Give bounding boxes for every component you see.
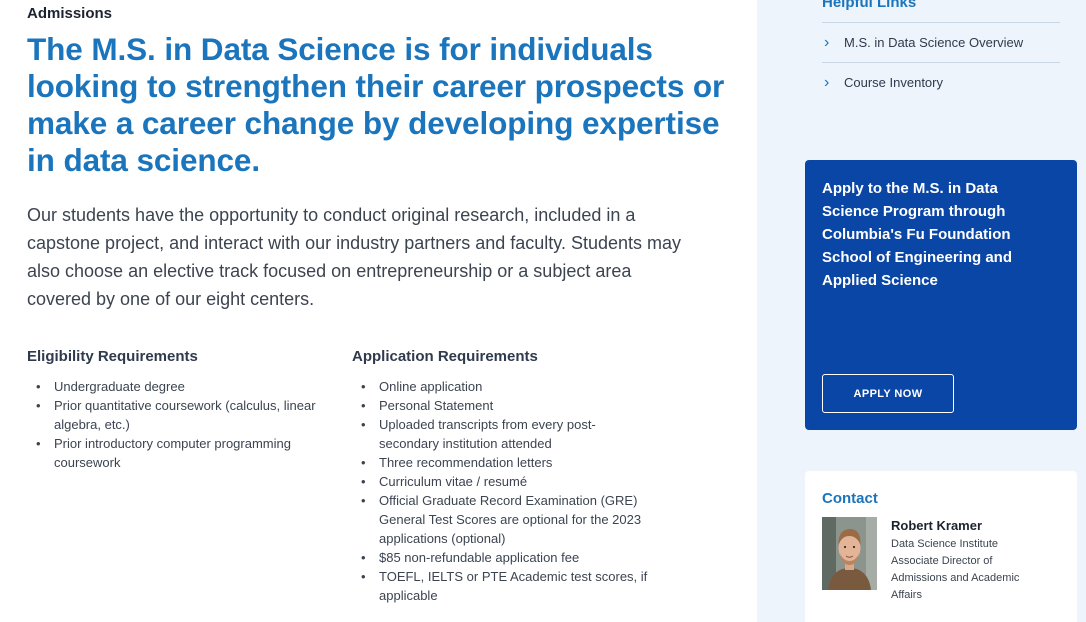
application-list: Online application Personal Statement Up…	[352, 377, 652, 605]
contact-detail: Admissions and Academic	[891, 572, 1020, 584]
apply-description: Apply to the M.S. in Data Science Progra…	[822, 180, 1013, 289]
list-item: Official Graduate Record Examination (GR…	[352, 491, 652, 548]
list-item: Prior introductory computer programming …	[27, 434, 327, 472]
list-item: Online application	[352, 377, 652, 396]
application-requirements: Application Requirements Online applicat…	[352, 348, 652, 605]
chevron-right-icon: ›	[824, 73, 830, 91]
eligibility-requirements: Eligibility Requirements Undergraduate d…	[27, 348, 327, 472]
apply-now-button[interactable]: APPLY NOW	[822, 374, 954, 413]
eligibility-title: Eligibility Requirements	[27, 348, 198, 365]
list-item: Uploaded transcripts from every post-sec…	[352, 415, 652, 453]
helpful-links-title: Helpful Links	[822, 0, 917, 11]
chevron-right-icon: ›	[824, 33, 830, 51]
link-label[interactable]: M.S. in Data Science Overview	[844, 35, 1023, 50]
sidebar: Helpful Links › M.S. in Data Science Ove…	[757, 0, 1086, 622]
list-item: Three recommendation letters	[352, 453, 652, 472]
contact-title: Contact	[822, 490, 878, 507]
list-item: Curriculum vitae / resumé	[352, 472, 652, 491]
eligibility-list: Undergraduate degree Prior quantitative …	[27, 377, 327, 472]
application-title: Application Requirements	[352, 348, 538, 365]
link-ms-overview[interactable]: › M.S. in Data Science Overview	[822, 22, 1060, 62]
contact-detail: Affairs	[891, 589, 922, 601]
contact-name: Robert Kramer	[891, 518, 983, 533]
list-item: Personal Statement	[352, 396, 652, 415]
list-item: TOEFL, IELTS or PTE Academic test scores…	[352, 567, 652, 605]
person-photo-icon	[822, 517, 877, 590]
link-label[interactable]: Course Inventory	[844, 75, 943, 90]
contact-detail: Data Science Institute	[891, 538, 999, 550]
contact-detail: Associate Director of	[891, 555, 993, 567]
list-item: $85 non-refundable application fee	[352, 548, 652, 567]
avatar	[822, 517, 877, 590]
apply-card: Apply to the M.S. in Data Science Progra…	[805, 160, 1077, 430]
list-item: Undergraduate degree	[27, 377, 327, 396]
page-headline: The M.S. in Data Science is for individu…	[27, 31, 725, 178]
main-content: Admissions The M.S. in Data Science is f…	[0, 0, 757, 622]
link-course-inventory[interactable]: › Course Inventory	[822, 62, 1060, 102]
contact-card: Contact Robert Kramer Data Science Insti…	[805, 471, 1077, 622]
contact-info: Robert Kramer Data Science Institute Ass…	[891, 518, 1061, 604]
section-eyebrow: Admissions	[27, 5, 113, 22]
list-item: Prior quantitative coursework (calculus,…	[27, 396, 327, 434]
intro-paragraph: Our students have the opportunity to con…	[27, 205, 682, 309]
